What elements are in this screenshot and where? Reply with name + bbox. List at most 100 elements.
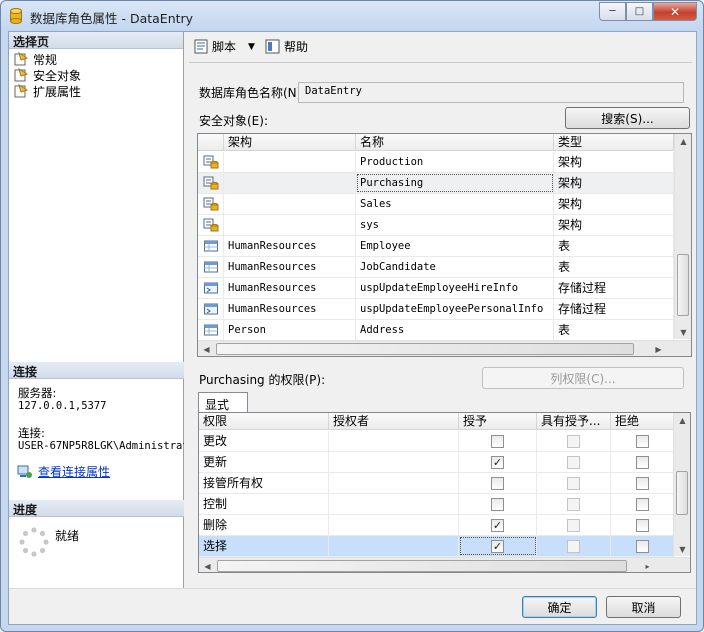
grant-checkbox[interactable]: ✓ bbox=[491, 540, 504, 553]
maximize-button[interactable]: □ bbox=[626, 2, 653, 21]
permission-name: 控制 bbox=[199, 494, 329, 514]
page-item[interactable]: 安全对象 bbox=[9, 67, 183, 83]
role-name-field[interactable]: DataEntry bbox=[298, 82, 684, 103]
permission-grantor bbox=[329, 452, 459, 472]
search-button[interactable]: 搜索(S)... bbox=[565, 107, 690, 129]
permissions-grid[interactable]: 权限 授权者 授予 具有授予... 拒绝 更改 更新 ✓ 接管所有权 控制 删除 ✓ 选择 ✓ … bbox=[198, 412, 691, 573]
col-grantor[interactable]: 授权者 bbox=[329, 413, 459, 429]
table-icon bbox=[198, 236, 224, 256]
help-icon bbox=[265, 39, 280, 54]
securable-row[interactable]: Sales 架构 bbox=[198, 194, 674, 215]
securable-row[interactable]: Purchasing 架构 bbox=[198, 173, 674, 194]
connection-properties-icon bbox=[17, 465, 32, 478]
permissions-header: 权限 授权者 授予 具有授予... 拒绝 bbox=[199, 413, 675, 430]
deny-checkbox[interactable] bbox=[636, 435, 649, 448]
script-dropdown-icon[interactable]: ▼ bbox=[248, 42, 255, 52]
permission-row[interactable]: 删除 ✓ bbox=[199, 515, 675, 536]
securable-row[interactable]: HumanResources JobCandidate 表 bbox=[198, 257, 674, 278]
permission-grantor bbox=[329, 536, 459, 556]
grant-checkbox[interactable]: ✓ bbox=[491, 519, 504, 532]
securable-schema: HumanResources bbox=[224, 299, 356, 319]
column-permissions-button[interactable]: 列权限(C)... bbox=[482, 367, 684, 389]
page-list: 常规 安全对象 扩展属性 bbox=[9, 49, 183, 99]
permission-row[interactable]: 更新 ✓ bbox=[199, 452, 675, 473]
permission-row[interactable]: 接管所有权 bbox=[199, 473, 675, 494]
permission-name: 更改 bbox=[199, 431, 329, 451]
with-grant-checkbox[interactable] bbox=[567, 519, 580, 532]
deny-checkbox[interactable] bbox=[636, 498, 649, 511]
securable-row[interactable]: Person Address 表 bbox=[198, 320, 674, 341]
help-button[interactable]: 帮助 bbox=[265, 38, 308, 55]
grant-checkbox[interactable]: ✓ bbox=[491, 456, 504, 469]
with-grant-checkbox[interactable] bbox=[567, 456, 580, 469]
permission-row[interactable]: 更改 bbox=[199, 431, 675, 452]
hscroll-right-icon[interactable]: ▸ bbox=[639, 562, 656, 571]
deny-checkbox[interactable] bbox=[636, 456, 649, 469]
permission-name: 选择 bbox=[199, 536, 329, 556]
col-type[interactable]: 类型 bbox=[554, 134, 674, 150]
maximize-icon: □ bbox=[634, 6, 645, 17]
view-connection-properties-link[interactable]: 查看连接属性 bbox=[38, 463, 110, 480]
securables-label: 安全对象(E): bbox=[199, 114, 268, 128]
select-page-header: 选择页 bbox=[9, 32, 183, 49]
script-button[interactable]: 脚本 bbox=[193, 38, 236, 55]
script-icon bbox=[194, 39, 208, 54]
with-grant-checkbox[interactable] bbox=[567, 477, 580, 490]
deny-checkbox[interactable] bbox=[636, 519, 649, 532]
securable-name: Production bbox=[356, 152, 554, 172]
grant-checkbox[interactable] bbox=[491, 477, 504, 490]
with-grant-checkbox[interactable] bbox=[567, 435, 580, 448]
col-deny[interactable]: 拒绝 bbox=[611, 413, 675, 429]
table-icon bbox=[198, 320, 224, 340]
with-grant-checkbox[interactable] bbox=[567, 540, 580, 553]
close-button[interactable]: ✕ bbox=[653, 2, 697, 21]
securable-type: 存储过程 bbox=[554, 278, 674, 298]
securables-grid[interactable]: 架构 名称 类型 Production 架构 Purchasing 架构 Sales 架构… bbox=[197, 133, 692, 357]
cancel-button[interactable]: 取消 bbox=[606, 596, 681, 618]
deny-checkbox[interactable] bbox=[636, 540, 649, 553]
securables-vscroll[interactable]: ▲ ▼ bbox=[674, 134, 691, 339]
tab-explicit[interactable]: 显式 bbox=[198, 392, 248, 413]
progress-spinner-icon bbox=[19, 527, 49, 557]
col-permission[interactable]: 权限 bbox=[199, 413, 329, 429]
securables-hscroll[interactable]: ◀ ▶ bbox=[198, 340, 691, 356]
securable-schema: HumanResources bbox=[224, 257, 356, 277]
page-icon bbox=[14, 68, 29, 82]
title-bar[interactable]: 数据库角色属性 - DataEntry ─ □ ✕ bbox=[1, 1, 703, 31]
securable-name: JobCandidate bbox=[356, 257, 554, 277]
securable-row[interactable]: Production 架构 bbox=[198, 152, 674, 173]
grant-checkbox[interactable] bbox=[491, 498, 504, 511]
col-grant[interactable]: 授予 bbox=[459, 413, 537, 429]
permission-grantor bbox=[329, 515, 459, 535]
page-item[interactable]: 扩展属性 bbox=[9, 83, 183, 99]
page-icon bbox=[14, 52, 29, 66]
with-grant-checkbox[interactable] bbox=[567, 498, 580, 511]
permissions-hscroll[interactable]: ◀ ▸ bbox=[199, 557, 690, 572]
permissions-vscroll[interactable]: ▲ ▼ bbox=[673, 413, 690, 556]
page-item-label: 安全对象 bbox=[33, 68, 82, 83]
minimize-button[interactable]: ─ bbox=[599, 2, 626, 21]
permission-row[interactable]: 选择 ✓ bbox=[199, 536, 675, 557]
securable-row[interactable]: sys 架构 bbox=[198, 215, 674, 236]
securable-row[interactable]: HumanResources uspUpdateEmployeePersonalI… bbox=[198, 299, 674, 320]
securable-schema bbox=[224, 194, 356, 214]
page-item-label: 扩展属性 bbox=[33, 84, 82, 99]
schema-icon bbox=[198, 215, 224, 235]
securable-schema bbox=[224, 173, 356, 193]
securable-type: 架构 bbox=[554, 194, 674, 214]
securable-row[interactable]: HumanResources Employee 表 bbox=[198, 236, 674, 257]
page-item[interactable]: 常规 bbox=[9, 51, 183, 67]
grant-checkbox[interactable] bbox=[491, 435, 504, 448]
col-name[interactable]: 名称 bbox=[356, 134, 554, 150]
securable-row[interactable]: HumanResources uspUpdateEmployeeHireInfo 存… bbox=[198, 278, 674, 299]
permission-row[interactable]: 控制 bbox=[199, 494, 675, 515]
proc-icon bbox=[198, 299, 224, 319]
ok-button[interactable]: 确定 bbox=[522, 596, 597, 618]
proc-icon bbox=[198, 278, 224, 298]
connection-label: 连接: bbox=[18, 426, 45, 440]
table-icon bbox=[198, 257, 224, 277]
col-with-grant[interactable]: 具有授予... bbox=[537, 413, 611, 429]
deny-checkbox[interactable] bbox=[636, 477, 649, 490]
script-label: 脚本 bbox=[212, 40, 237, 54]
col-schema[interactable]: 架构 bbox=[224, 134, 356, 150]
